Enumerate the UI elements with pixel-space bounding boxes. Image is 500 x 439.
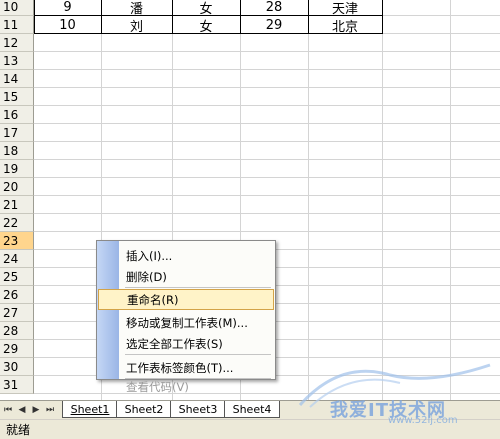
column-gridline bbox=[450, 0, 451, 400]
table-cell[interactable]: 天津 bbox=[308, 0, 382, 17]
watermark-url: www.52ij.com bbox=[388, 415, 458, 426]
column-gridline bbox=[382, 0, 383, 400]
next-sheet-icon[interactable]: ▶ bbox=[30, 403, 42, 417]
sheet-tab-sheet4[interactable]: Sheet4 bbox=[224, 401, 280, 418]
row-header-13[interactable]: 13 bbox=[0, 52, 34, 70]
menu-icon-strip bbox=[97, 241, 119, 379]
row-header-16[interactable]: 16 bbox=[0, 106, 34, 124]
table-border bbox=[382, 0, 383, 34]
row-header-31[interactable]: 31 bbox=[0, 376, 34, 394]
menu-item[interactable]: 插入(I)... bbox=[121, 245, 273, 266]
table-cell[interactable]: 北京 bbox=[308, 16, 382, 35]
row-header-29[interactable]: 29 bbox=[0, 340, 34, 358]
menu-separator bbox=[125, 354, 271, 355]
status-text: 就绪 bbox=[6, 423, 31, 437]
row-gridline bbox=[34, 195, 500, 196]
sheet-context-menu: 插入(I)... 删除(D) 重命名(R) 移动或复制工作表(M)... 选定全部工作表… bbox=[96, 240, 276, 394]
menu-separator bbox=[125, 287, 271, 288]
menu-separator bbox=[125, 378, 271, 379]
row-header-14[interactable]: 14 bbox=[0, 70, 34, 88]
menu-item[interactable]: 重命名(R) bbox=[98, 289, 274, 310]
table-border bbox=[172, 0, 173, 34]
table-cell[interactable]: 刘 bbox=[101, 16, 172, 35]
row-gridline bbox=[34, 177, 500, 178]
row-gridline bbox=[34, 123, 500, 124]
table-cell[interactable]: 9 bbox=[34, 0, 101, 16]
menu-item[interactable]: 移动或复制工作表(M)... bbox=[121, 312, 273, 333]
prev-sheet-icon[interactable]: ◀ bbox=[16, 403, 28, 417]
row-header-15[interactable]: 15 bbox=[0, 88, 34, 106]
menu-item[interactable]: 查看代码(V) bbox=[121, 376, 273, 397]
row-header-18[interactable]: 18 bbox=[0, 142, 34, 160]
row-header-23[interactable]: 23 bbox=[0, 232, 34, 250]
last-sheet-icon[interactable]: ⏭ bbox=[44, 403, 56, 417]
row-header-21[interactable]: 21 bbox=[0, 196, 34, 214]
table-border bbox=[34, 33, 382, 34]
row-header-28[interactable]: 28 bbox=[0, 322, 34, 340]
row-header-10[interactable]: 10 bbox=[0, 0, 34, 16]
row-gridline bbox=[34, 51, 500, 52]
row-gridline bbox=[34, 231, 500, 232]
row-header-22[interactable]: 22 bbox=[0, 214, 34, 232]
row-header-30[interactable]: 30 bbox=[0, 358, 34, 376]
table-cell[interactable]: 女 bbox=[172, 0, 240, 17]
table-border bbox=[240, 0, 241, 34]
table-cell[interactable]: 28 bbox=[240, 0, 308, 16]
row-header-17[interactable]: 17 bbox=[0, 124, 34, 142]
table-cell[interactable]: 女 bbox=[172, 16, 240, 35]
first-sheet-icon[interactable]: ⏮ bbox=[2, 403, 14, 417]
table-cell[interactable]: 潘 bbox=[101, 0, 172, 17]
menu-item[interactable]: 删除(D) bbox=[121, 266, 273, 287]
column-gridline bbox=[308, 0, 309, 400]
row-header-19[interactable]: 19 bbox=[0, 160, 34, 178]
row-gridline bbox=[34, 213, 500, 214]
row-gridline bbox=[34, 159, 500, 160]
row-gridline bbox=[34, 69, 500, 70]
table-border bbox=[34, 15, 382, 16]
row-header-25[interactable]: 25 bbox=[0, 268, 34, 286]
sheet-tab-sheet3[interactable]: Sheet3 bbox=[170, 401, 226, 418]
sheet-tab-sheet2[interactable]: Sheet2 bbox=[116, 401, 172, 418]
sheet-tab-sheet1[interactable]: Sheet1 bbox=[62, 401, 118, 418]
table-cell[interactable]: 10 bbox=[34, 16, 101, 34]
row-gridline bbox=[34, 105, 500, 106]
row-header-24[interactable]: 24 bbox=[0, 250, 34, 268]
row-header-12[interactable]: 12 bbox=[0, 34, 34, 52]
row-gridline bbox=[34, 141, 500, 142]
table-border bbox=[34, 0, 35, 34]
row-header-20[interactable]: 20 bbox=[0, 178, 34, 196]
row-header-11[interactable]: 11 bbox=[0, 16, 34, 34]
menu-item[interactable]: 工作表标签颜色(T)... bbox=[121, 357, 273, 378]
row-header-26[interactable]: 26 bbox=[0, 286, 34, 304]
row-header-27[interactable]: 27 bbox=[0, 304, 34, 322]
table-border bbox=[308, 0, 309, 34]
row-gridline bbox=[34, 87, 500, 88]
menu-item[interactable]: 选定全部工作表(S) bbox=[121, 333, 273, 354]
table-cell[interactable]: 29 bbox=[240, 16, 308, 34]
table-border bbox=[101, 0, 102, 34]
